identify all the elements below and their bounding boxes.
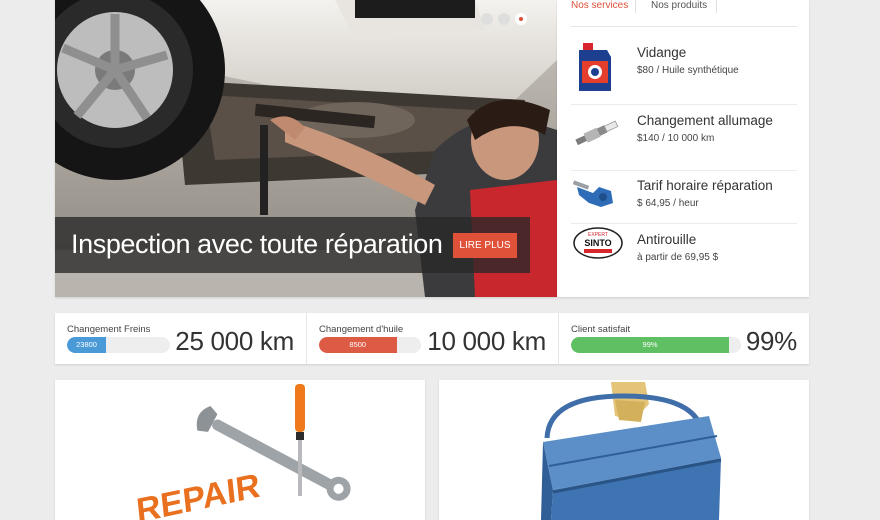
stat-changement-freins: Changement Freins 23800 25 000 km (55, 313, 306, 364)
hero-slider[interactable]: Inspection avec toute réparation LIRE PL… (55, 0, 557, 297)
repair-card[interactable]: REPAIR (55, 380, 425, 520)
blue-toolbox-illustration (541, 382, 722, 520)
progress-fill: 23800 (67, 337, 107, 353)
slider-dot-2[interactable] (498, 13, 510, 25)
service-item-tarif-horaire[interactable]: Tarif horaire réparation $ 64,95 / heur (571, 171, 797, 224)
tab-nos-produits[interactable]: Nos produits (651, 0, 707, 11)
service-name: Vidange (637, 45, 687, 60)
motor-oil-can-icon (579, 43, 611, 91)
read-more-button[interactable]: LIRE PLUS (453, 233, 517, 258)
toolbox-card[interactable] (439, 380, 809, 520)
stat-changement-huile: Changement d'huile 8500 10 000 km (307, 313, 558, 364)
stat-label: Client satisfait (571, 324, 631, 335)
progress-fill: 8500 (319, 337, 397, 353)
tab-divider (635, 0, 636, 13)
repair-text: REPAIR (135, 466, 262, 520)
service-name: Antirouille (637, 232, 697, 247)
progress-bar: 99% (571, 337, 741, 353)
repair-tools-illustration: REPAIR (135, 384, 351, 520)
services-panel: Nos services Nos produits Vidange $80 / … (557, 0, 809, 297)
service-price: $80 / Huile synthétique (637, 65, 739, 76)
stat-label: Changement d'huile (319, 324, 404, 335)
stat-client-satisfait: Client satisfait 99% 99% (559, 313, 809, 364)
service-item-antirouille[interactable]: EXPERT SINTO Antirouille à partir de 69,… (571, 224, 797, 280)
stat-label: Changement Freins (67, 324, 151, 335)
slide-caption: Inspection avec toute réparation LIRE PL… (55, 217, 530, 273)
slider-dot-1[interactable] (481, 13, 493, 25)
service-price: $140 / 10 000 km (637, 133, 715, 144)
tab-divider (716, 0, 717, 13)
progress-bar: 8500 (319, 337, 421, 353)
service-name: Changement allumage (637, 113, 773, 128)
service-price: à partir de 69,95 $ (637, 252, 719, 263)
spark-plug-icon (575, 120, 619, 146)
progress-bar: 23800 (67, 337, 170, 353)
stat-value: 25 000 km (175, 326, 294, 356)
slide-title: Inspection avec toute réparation (71, 229, 443, 259)
svg-text:SINTO: SINTO (584, 238, 611, 248)
service-name: Tarif horaire réparation (637, 178, 773, 193)
stat-value: 99% (745, 326, 797, 356)
mechanic-hand-tool-icon (573, 180, 613, 207)
tab-nos-services[interactable]: Nos services (571, 0, 628, 11)
slider-dot-3[interactable] (515, 13, 527, 25)
services-tabs: Nos services Nos produits (571, 0, 797, 27)
stat-value: 10 000 km (427, 326, 546, 356)
progress-fill: 99% (571, 337, 730, 353)
service-item-vidange[interactable]: Vidange $80 / Huile synthétique (571, 27, 797, 105)
service-price: $ 64,95 / heur (637, 198, 699, 209)
slider-pagination (481, 13, 527, 25)
service-item-changement-allumage[interactable]: Changement allumage $140 / 10 000 km (571, 105, 797, 171)
stats-bar: Changement Freins 23800 25 000 km Change… (55, 313, 809, 364)
sinto-logo-icon: EXPERT SINTO (573, 227, 623, 259)
